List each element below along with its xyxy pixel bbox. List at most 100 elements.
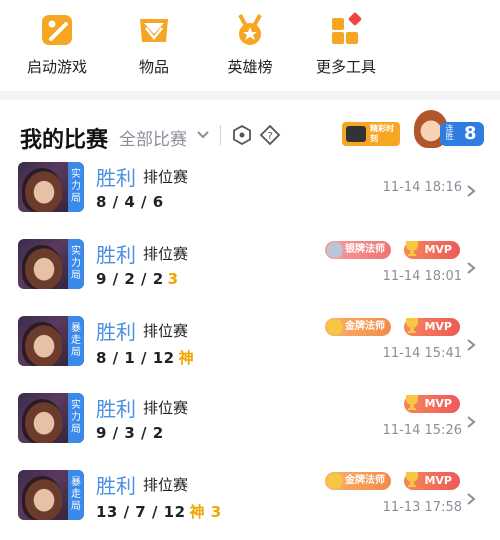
trophy-icon xyxy=(406,472,418,487)
match-kda: 8 / 1 / 12 神 xyxy=(96,347,194,368)
more-tools-button[interactable]: 更多工具 xyxy=(301,12,391,77)
match-result: 胜利 xyxy=(96,397,136,421)
match-tag-char: 力 xyxy=(71,258,81,269)
match-row[interactable]: 暴走局 胜利 排位赛 8 / 1 / 12 神 MVP 金牌法师 11-14 15… xyxy=(0,316,500,386)
match-tag-char: 实 xyxy=(71,169,81,180)
match-tag: 实力局 xyxy=(68,239,84,289)
highlight-moments-button[interactable]: 精彩时刻 xyxy=(342,122,400,146)
match-tag-char: 实 xyxy=(71,400,81,411)
rank-title-badge: 银牌法师 xyxy=(325,241,391,259)
match-tag-char: 暴 xyxy=(71,477,81,488)
hero-avatar: 实力局 xyxy=(18,393,84,443)
match-row[interactable]: 暴走局 胜利 排位赛 13 / 7 / 12 神 3 MVP 金牌法师 11-13… xyxy=(0,470,500,540)
match-tag: 暴走局 xyxy=(68,470,84,520)
match-tag-char: 局 xyxy=(71,347,81,358)
items-label: 物品 xyxy=(138,58,169,76)
mvp-badge: MVP xyxy=(404,318,460,336)
match-tag-char: 走 xyxy=(71,335,81,346)
video-camera-icon xyxy=(346,126,366,142)
launch-game-label: 启动游戏 xyxy=(26,58,87,76)
kda-extra: 神 xyxy=(178,349,195,367)
rank-title-label: 金牌法师 xyxy=(345,475,385,486)
hero-portrait xyxy=(22,322,62,366)
match-tag: 暴走局 xyxy=(68,316,84,366)
hero-portrait xyxy=(22,399,62,443)
streak-count: 8 xyxy=(464,123,477,144)
chevron-right-icon[interactable] xyxy=(466,337,476,356)
match-tag-char: 局 xyxy=(71,424,81,435)
game-launch-icon xyxy=(39,12,75,48)
launch-game-button[interactable]: 启动游戏 xyxy=(12,12,102,77)
kda-value: 9 / 2 / 2 xyxy=(96,270,164,288)
chevron-right-icon[interactable] xyxy=(466,491,476,510)
mvp-badge: MVP xyxy=(404,395,460,413)
kda-value: 8 / 1 / 12 xyxy=(96,349,175,367)
chevron-down-icon[interactable] xyxy=(196,127,210,146)
match-row[interactable]: 实力局 胜利 排位赛 9 / 3 / 2 MVP 11-14 15:26 xyxy=(0,393,500,463)
match-row[interactable]: 实力局 胜利 排位赛 8 / 4 / 6 11-14 18:16 xyxy=(0,162,500,232)
help-diamond-icon[interactable]: ? xyxy=(259,124,281,150)
items-button[interactable]: 物品 xyxy=(109,12,199,77)
match-time: 11-14 18:16 xyxy=(382,180,462,195)
chevron-right-icon[interactable] xyxy=(466,260,476,279)
mvp-label: MVP xyxy=(424,397,452,410)
mvp-label: MVP xyxy=(424,243,452,256)
hero-portrait xyxy=(22,168,62,212)
page-title: 我的比赛 xyxy=(20,128,109,153)
hero-avatar: 实力局 xyxy=(18,162,84,212)
match-mode: 排位赛 xyxy=(143,245,189,263)
match-time: 11-14 15:41 xyxy=(382,346,462,361)
match-filter-dropdown[interactable]: 全部比赛 xyxy=(119,125,187,150)
hero-rank-button[interactable]: 英雄榜 xyxy=(205,12,295,77)
hero-rank-label: 英雄榜 xyxy=(227,58,273,76)
match-tag-char: 局 xyxy=(71,193,81,204)
hero-avatar: 暴走局 xyxy=(18,316,84,366)
hero-rank-icon xyxy=(232,12,268,48)
match-tag: 实力局 xyxy=(68,162,84,212)
win-streak-badge[interactable]: 连胜 8 xyxy=(414,110,484,150)
hero-portrait xyxy=(22,245,62,289)
match-tag: 实力局 xyxy=(68,393,84,443)
kda-value: 13 / 7 / 12 xyxy=(96,503,186,521)
svg-text:?: ? xyxy=(267,131,272,142)
trophy-icon xyxy=(406,395,418,410)
header-separator xyxy=(220,125,221,145)
section-divider xyxy=(0,91,500,100)
match-mode: 排位赛 xyxy=(143,168,189,186)
match-time: 11-14 18:01 xyxy=(382,269,462,284)
match-time: 11-14 15:26 xyxy=(382,423,462,438)
match-tag-char: 实 xyxy=(71,246,81,257)
match-kda: 8 / 4 / 6 xyxy=(96,193,168,211)
rank-title-label: 金牌法师 xyxy=(345,321,385,332)
mvp-badge: MVP xyxy=(404,472,460,490)
hexagon-settings-icon[interactable] xyxy=(231,124,253,150)
match-row[interactable]: 实力局 胜利 排位赛 9 / 2 / 23 MVP 银牌法师 11-14 18:… xyxy=(0,239,500,309)
hero-avatar: 暴走局 xyxy=(18,470,84,520)
match-kda: 9 / 2 / 23 xyxy=(96,270,179,288)
trophy-icon xyxy=(406,241,418,256)
hero-avatar: 实力局 xyxy=(18,239,84,289)
streak-count-badge: 连胜 8 xyxy=(440,122,484,146)
streak-label: 连胜 xyxy=(445,124,454,140)
items-icon xyxy=(136,12,172,48)
medal-icon xyxy=(327,242,343,258)
match-result: 胜利 xyxy=(96,166,136,190)
medal-icon xyxy=(327,473,343,489)
match-kda: 13 / 7 / 12 神 3 xyxy=(96,501,222,522)
mvp-label: MVP xyxy=(424,320,452,333)
highlight-moments-label: 精彩时刻 xyxy=(370,124,394,143)
match-mode: 排位赛 xyxy=(143,322,189,340)
mvp-badge: MVP xyxy=(404,241,460,259)
kda-extra: 3 xyxy=(167,270,179,288)
match-mode: 排位赛 xyxy=(143,476,189,494)
medal-icon xyxy=(327,319,343,335)
match-kda: 9 / 3 / 2 xyxy=(96,424,168,442)
match-result: 胜利 xyxy=(96,243,136,267)
kda-extra: 神 3 xyxy=(189,503,222,521)
match-tag-char: 走 xyxy=(71,489,81,500)
mvp-label: MVP xyxy=(424,474,452,487)
rank-title-badge: 金牌法师 xyxy=(325,472,391,490)
chevron-right-icon[interactable] xyxy=(466,183,476,202)
chevron-right-icon[interactable] xyxy=(466,414,476,433)
trophy-icon xyxy=(406,318,418,333)
